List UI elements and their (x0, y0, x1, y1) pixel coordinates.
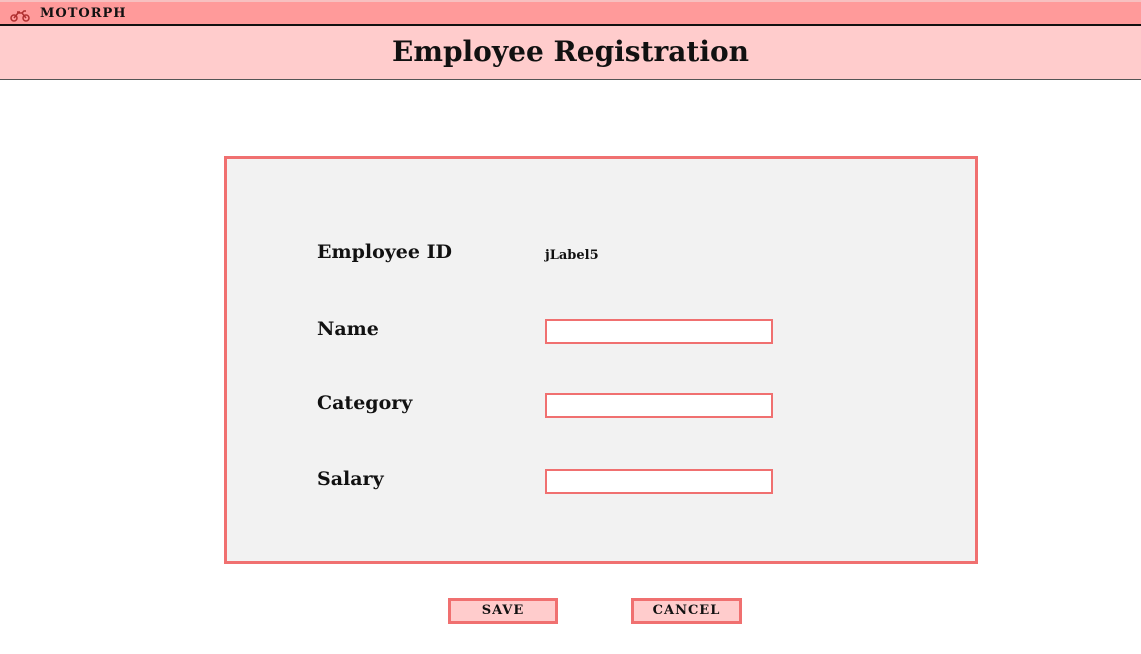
header-banner: Employee Registration (0, 26, 1141, 80)
page-title: Employee Registration (392, 35, 749, 68)
registration-form-panel: Employee ID jLabel5 Name Category Salary (224, 156, 978, 564)
salary-input[interactable] (545, 469, 773, 494)
employee-registration-window: MOTORPH Employee Registration Employee I… (0, 0, 1141, 654)
title-bar: MOTORPH (0, 0, 1141, 26)
employee-id-label: Employee ID (317, 241, 452, 263)
name-label: Name (317, 318, 379, 340)
employee-id-value: jLabel5 (545, 248, 599, 263)
cancel-button[interactable]: CANCEL (631, 598, 742, 624)
save-button[interactable]: SAVE (448, 598, 558, 624)
salary-label: Salary (317, 468, 384, 490)
category-input[interactable] (545, 393, 773, 418)
category-label: Category (317, 392, 413, 414)
name-input[interactable] (545, 319, 773, 344)
window-title: MOTORPH (40, 6, 127, 21)
motorcycle-icon (10, 7, 30, 22)
